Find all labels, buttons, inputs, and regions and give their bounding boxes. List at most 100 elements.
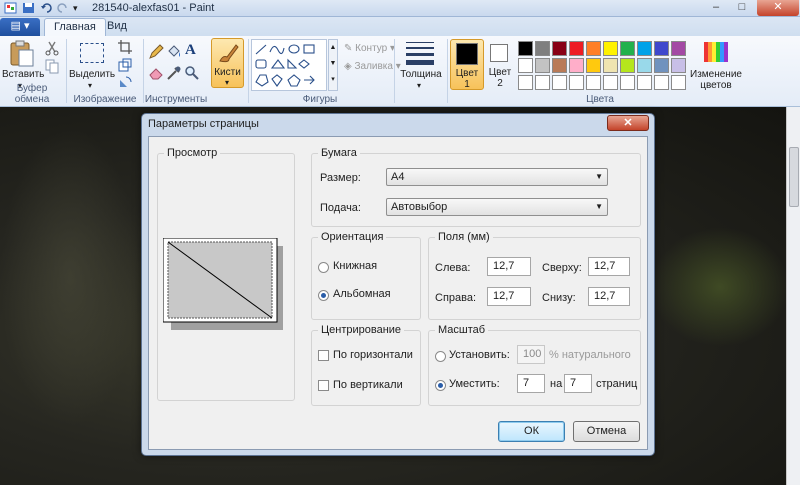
top-margin-input[interactable]: 12,7 bbox=[588, 257, 630, 276]
palette-swatch[interactable] bbox=[671, 41, 686, 56]
palette-swatch[interactable] bbox=[535, 41, 550, 56]
center-horizontal-label[interactable]: По горизонтали bbox=[333, 349, 413, 361]
right-margin-label: Справа: bbox=[435, 292, 477, 304]
dialog-title: Параметры страницы bbox=[148, 118, 259, 130]
close-button[interactable]: ✕ bbox=[757, 0, 799, 16]
copy-icon[interactable] bbox=[44, 58, 60, 74]
pencil-icon[interactable] bbox=[148, 44, 164, 60]
fit-to-radio[interactable] bbox=[435, 380, 446, 391]
fill-bucket-icon[interactable] bbox=[166, 44, 182, 60]
maximize-button[interactable]: □ bbox=[730, 0, 754, 16]
brushes-button[interactable]: Кисти ▾ bbox=[211, 38, 244, 88]
qat-customize-icon[interactable]: ▾ bbox=[73, 2, 86, 14]
scrollbar-thumb[interactable] bbox=[789, 147, 799, 207]
magnifier-icon[interactable] bbox=[184, 65, 200, 81]
adjust-to-radio[interactable] bbox=[435, 351, 446, 362]
select-dropdown-icon[interactable]: ▾ bbox=[88, 81, 92, 90]
edit-colors-label-1[interactable]: Изменение bbox=[684, 69, 748, 80]
palette-swatch[interactable] bbox=[586, 75, 601, 90]
palette-swatch[interactable] bbox=[620, 75, 635, 90]
palette-swatch[interactable] bbox=[535, 75, 550, 90]
color-picker-icon[interactable] bbox=[166, 65, 182, 81]
center-horizontal-checkbox[interactable] bbox=[318, 350, 329, 361]
palette-swatch[interactable] bbox=[535, 58, 550, 73]
palette-swatch[interactable] bbox=[620, 41, 635, 56]
palette-swatch[interactable] bbox=[518, 58, 533, 73]
brushes-label: Кисти bbox=[214, 67, 241, 78]
palette-swatch[interactable] bbox=[603, 58, 618, 73]
palette-swatch[interactable] bbox=[569, 41, 584, 56]
minimize-button[interactable]: – bbox=[704, 0, 728, 16]
right-margin-input[interactable]: 12,7 bbox=[487, 287, 531, 306]
redo-icon[interactable] bbox=[56, 2, 69, 14]
palette-swatch[interactable] bbox=[518, 41, 533, 56]
select-button[interactable]: Выделить bbox=[69, 69, 115, 80]
palette-swatch[interactable] bbox=[654, 75, 669, 90]
cut-icon[interactable] bbox=[44, 40, 60, 56]
paper-size-select[interactable]: A4 ▼ bbox=[386, 168, 608, 186]
ok-button[interactable]: ОК bbox=[498, 421, 565, 442]
palette-swatch[interactable] bbox=[603, 75, 618, 90]
fit-to-label[interactable]: Уместить: bbox=[449, 378, 500, 390]
file-menu-button[interactable]: ▤ ▾ bbox=[0, 18, 40, 36]
size-button[interactable]: Толщина bbox=[398, 69, 444, 80]
palette-swatch[interactable] bbox=[654, 41, 669, 56]
edit-colors-icon bbox=[704, 42, 728, 62]
palette-swatch[interactable] bbox=[620, 58, 635, 73]
bottom-margin-input[interactable]: 12,7 bbox=[588, 287, 630, 306]
dialog-close-button[interactable]: ✕ bbox=[607, 115, 649, 131]
palette-swatch[interactable] bbox=[586, 41, 601, 56]
center-vertical-label[interactable]: По вертикали bbox=[333, 379, 403, 391]
tab-home[interactable]: Главная bbox=[44, 18, 106, 36]
crop-icon[interactable] bbox=[117, 39, 133, 55]
color2-button[interactable]: Цвет 2 bbox=[485, 39, 515, 90]
paper-group: Бумага Размер: A4 ▼ Подача: Автовыбор ▼ bbox=[311, 147, 641, 227]
palette-swatch[interactable] bbox=[603, 41, 618, 56]
shapes-gallery[interactable] bbox=[251, 39, 327, 91]
left-margin-input[interactable]: 12,7 bbox=[487, 257, 531, 276]
eraser-icon[interactable] bbox=[148, 65, 164, 81]
palette-swatch[interactable] bbox=[637, 75, 652, 90]
paste-button[interactable]: Вставить bbox=[2, 69, 44, 80]
fit-width-input[interactable]: 7 bbox=[517, 374, 545, 393]
adjust-to-label[interactable]: Установить: bbox=[449, 349, 510, 361]
rotate-icon[interactable] bbox=[117, 75, 133, 91]
shapes-scroll[interactable]: ▲ ▼ ▾ bbox=[328, 39, 338, 91]
palette-swatch[interactable] bbox=[586, 58, 601, 73]
left-margin-label: Слева: bbox=[435, 262, 471, 274]
palette-swatch[interactable] bbox=[637, 58, 652, 73]
undo-icon[interactable] bbox=[40, 2, 53, 14]
fit-height-input[interactable]: 7 bbox=[564, 374, 592, 393]
portrait-radio[interactable] bbox=[318, 262, 329, 273]
palette-swatch[interactable] bbox=[518, 75, 533, 90]
palette-swatch[interactable] bbox=[654, 58, 669, 73]
save-icon[interactable] bbox=[22, 2, 35, 14]
landscape-label[interactable]: Альбомная bbox=[333, 288, 391, 300]
fill-button[interactable]: ◈ Заливка ▾ bbox=[344, 61, 401, 72]
palette-swatch[interactable] bbox=[552, 75, 567, 90]
resize-icon[interactable] bbox=[117, 57, 133, 73]
color1-button[interactable]: Цвет 1 bbox=[450, 39, 484, 90]
size-dropdown-icon[interactable]: ▾ bbox=[417, 81, 421, 90]
cancel-button[interactable]: Отмена bbox=[573, 421, 640, 442]
adjust-suffix: % натурального bbox=[549, 349, 631, 361]
bottom-margin-label: Снизу: bbox=[542, 292, 576, 304]
edit-colors-label-2[interactable]: цветов bbox=[684, 80, 748, 91]
dropdown-arrow-icon: ▼ bbox=[595, 172, 603, 181]
palette-swatch[interactable] bbox=[569, 75, 584, 90]
paper-source-select[interactable]: Автовыбор ▼ bbox=[386, 198, 608, 216]
palette-swatch[interactable] bbox=[552, 41, 567, 56]
centering-group: Центрирование По горизонтали По вертикал… bbox=[311, 324, 421, 406]
landscape-radio[interactable] bbox=[318, 290, 329, 301]
palette-swatch[interactable] bbox=[637, 41, 652, 56]
portrait-label[interactable]: Книжная bbox=[333, 260, 377, 272]
text-tool-icon[interactable]: A bbox=[185, 42, 196, 59]
paper-size-value: A4 bbox=[391, 171, 405, 183]
center-vertical-checkbox[interactable] bbox=[318, 380, 329, 391]
vertical-scrollbar[interactable] bbox=[786, 107, 800, 485]
tab-view[interactable]: Вид bbox=[98, 18, 136, 36]
palette-swatch[interactable] bbox=[569, 58, 584, 73]
palette-swatch[interactable] bbox=[552, 58, 567, 73]
adjust-percent-input[interactable]: 100 bbox=[517, 345, 545, 364]
outline-button[interactable]: ✎ Контур ▾ bbox=[344, 43, 395, 54]
